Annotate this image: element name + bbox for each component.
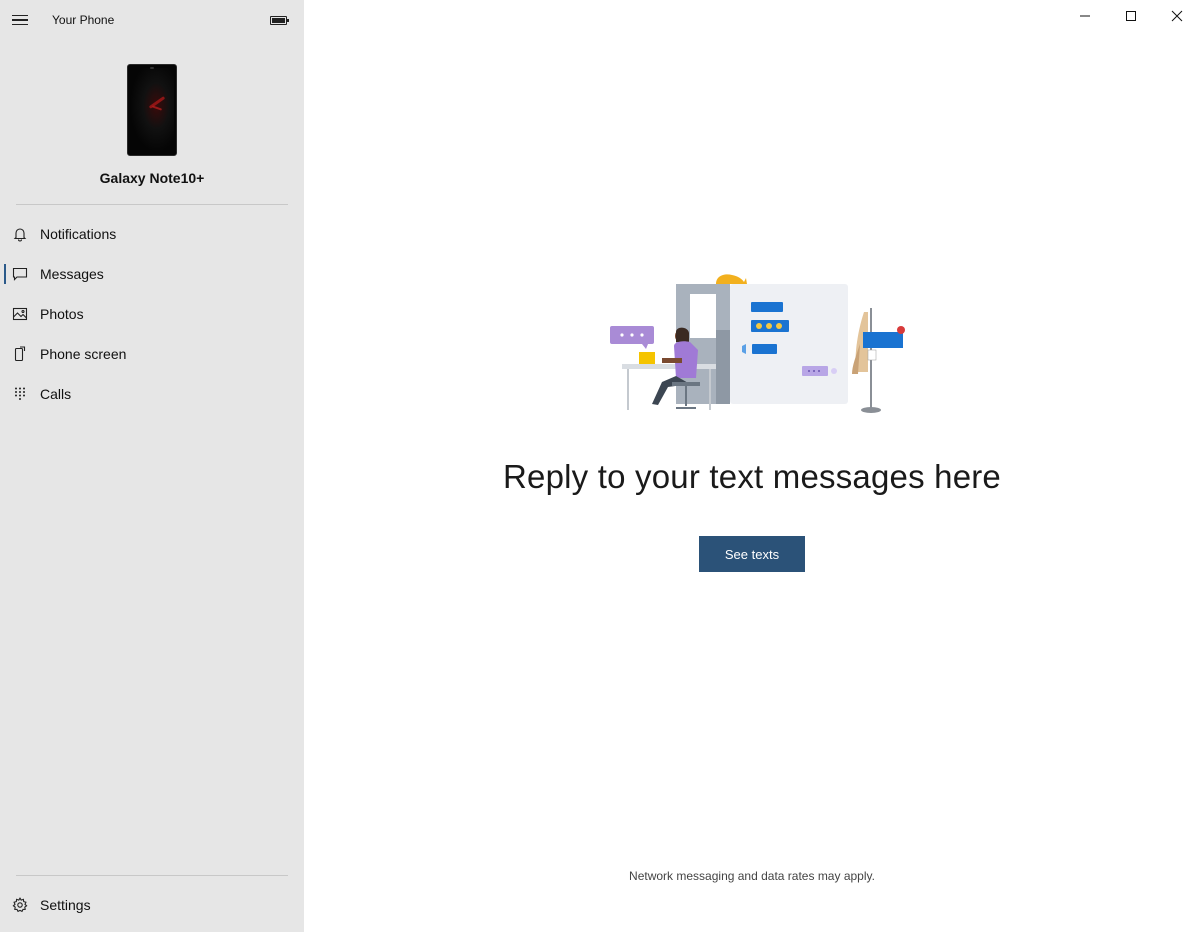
maximize-button[interactable] [1108,0,1154,32]
sidebar-item-label: Messages [40,266,104,282]
divider [16,204,288,205]
gear-icon [12,897,28,913]
dialpad-icon [12,386,28,402]
see-texts-button[interactable]: See texts [699,536,805,572]
sidebar: Your Phone Galaxy Note10+ Notifications [0,0,304,932]
maximize-icon [1126,11,1136,21]
sidebar-item-calls[interactable]: Calls [0,374,304,414]
close-button[interactable] [1154,0,1200,32]
chat-bubble-icon [12,266,28,282]
sidebar-item-label: Photos [40,306,84,322]
sidebar-item-label: Settings [40,897,91,913]
sidebar-item-photos[interactable]: Photos [0,294,304,334]
minimize-icon [1080,15,1090,17]
phone-image [127,64,177,156]
selection-indicator [4,264,6,284]
minimize-button[interactable] [1062,0,1108,32]
sidebar-item-messages[interactable]: Messages [0,254,304,294]
device-name: Galaxy Note10+ [99,170,205,186]
messages-illustration [610,274,905,413]
title-bar: Your Phone [0,0,304,40]
phone-screen-icon [12,346,28,362]
bell-icon [12,226,28,242]
close-icon [1171,10,1183,22]
divider [16,875,288,876]
sidebar-item-notifications[interactable]: Notifications [0,214,304,254]
sidebar-item-label: Calls [40,386,72,402]
app-title: Your Phone [52,13,115,27]
sidebar-item-label: Notifications [40,226,117,242]
sidebar-item-label: Phone screen [40,346,127,362]
battery-icon [270,16,289,25]
image-icon [12,306,28,322]
network-rates-note: Network messaging and data rates may app… [629,869,875,883]
hamburger-menu-icon[interactable] [8,9,32,31]
sidebar-item-settings[interactable]: Settings [0,885,304,925]
sidebar-item-phone-screen[interactable]: Phone screen [0,334,304,374]
page-headline: Reply to your text messages here [503,458,1001,495]
